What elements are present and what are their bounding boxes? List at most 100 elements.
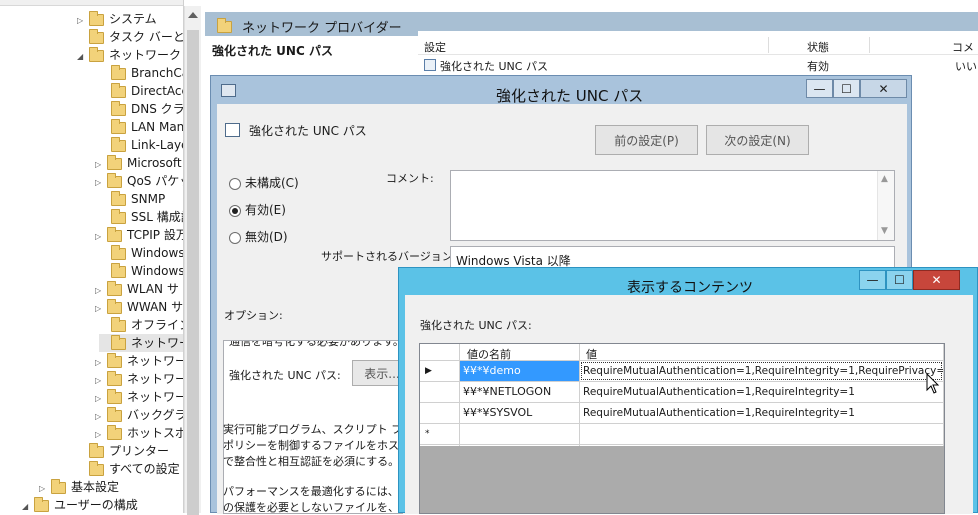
radio-unconfigured-label: 未構成(C) bbox=[245, 176, 299, 190]
folder-icon bbox=[89, 46, 104, 62]
grid-cell-value[interactable]: RequireMutualAuthentication=1,RequireInt… bbox=[580, 382, 943, 402]
list-col-divider bbox=[768, 37, 769, 53]
close-button[interactable]: ✕ bbox=[913, 270, 960, 290]
grid-cell-name[interactable]: ¥¥*¥NETLOGON bbox=[460, 382, 579, 402]
tree-item-label: バックグラウ bbox=[127, 408, 183, 422]
content-label: 強化された UNC パス: bbox=[420, 319, 532, 332]
close-button[interactable]: ✕ bbox=[860, 79, 907, 98]
folder-icon bbox=[107, 424, 122, 440]
tree-item-label: システム bbox=[109, 12, 157, 26]
grid-cell-value[interactable] bbox=[580, 424, 943, 444]
prev-setting-button[interactable]: 前の設定(P) bbox=[595, 125, 698, 155]
tree-item[interactable]: ▷ 基本設定 bbox=[39, 478, 119, 496]
maximize-button[interactable]: ☐ bbox=[833, 79, 860, 98]
next-setting-button[interactable]: 次の設定(N) bbox=[706, 125, 809, 155]
tree-item[interactable]: ▷ネットワーク bbox=[95, 388, 183, 406]
maximize-button[interactable]: ☐ bbox=[886, 270, 913, 290]
tree-item-label: BranchCa bbox=[131, 66, 184, 80]
tree-item[interactable]: ▷ WLAN サ bbox=[95, 280, 179, 298]
radio-circle[interactable] bbox=[229, 231, 241, 244]
tree-item[interactable]: SNMP bbox=[99, 190, 165, 208]
current-row-arrow-icon[interactable]: ▶ bbox=[422, 361, 458, 381]
tree-item[interactable]: ▷ システム bbox=[77, 10, 157, 28]
tree-item[interactable]: Windows bbox=[99, 262, 183, 280]
scroll-down-icon[interactable]: ▼ bbox=[881, 226, 888, 236]
toolbar-strip bbox=[0, 0, 183, 6]
tree-item[interactable]: ▷QoS パケッ bbox=[95, 172, 183, 190]
tree-item[interactable]: ▷ホットスポッ bbox=[95, 424, 183, 442]
tree-item[interactable]: ▷ネットワーク bbox=[95, 352, 183, 370]
grid-header-name[interactable]: 値の名前 bbox=[467, 346, 511, 362]
grid-cell-name[interactable] bbox=[460, 424, 579, 444]
show-button[interactable]: 表示... bbox=[352, 360, 402, 386]
tree-item[interactable]: BranchCa bbox=[99, 64, 184, 82]
scroll-up-icon[interactable]: ▲ bbox=[881, 174, 888, 184]
tree-item-label: プリンター bbox=[109, 444, 170, 458]
tree-item[interactable]: プリンター bbox=[77, 442, 169, 460]
folder-icon bbox=[107, 154, 122, 170]
folder-icon bbox=[34, 496, 49, 512]
tree-item[interactable]: DNS クライ bbox=[99, 100, 183, 118]
tree-item[interactable]: ◢ ユーザーの構成 bbox=[22, 496, 138, 513]
tree-item-label: TCPIP 設万 bbox=[127, 228, 184, 242]
list-col-setting[interactable]: 設定 bbox=[424, 39, 446, 55]
tree-item[interactable]: ▷バックグラウ bbox=[95, 406, 183, 424]
tree-item[interactable]: ▷ネットワーク bbox=[95, 370, 183, 388]
folder-icon bbox=[107, 370, 122, 386]
radio-circle-selected[interactable] bbox=[229, 204, 241, 217]
tree-item-label: 基本設定 bbox=[71, 480, 120, 494]
grid-cell-name[interactable]: ¥¥*¥SYSVOL bbox=[460, 403, 579, 423]
radio-circle[interactable] bbox=[229, 177, 241, 190]
grid-cell-value[interactable]: RequireMutualAuthentication=1,RequireInt… bbox=[580, 403, 943, 423]
minimize-button[interactable]: — bbox=[859, 270, 886, 290]
tree-item[interactable]: ▷ WWAN サ bbox=[95, 298, 183, 316]
tree-item[interactable]: ▷ TCPIP 設万 bbox=[95, 226, 184, 244]
tree-item[interactable]: ◢ ネットワーク bbox=[77, 46, 181, 64]
scroll-thumb[interactable] bbox=[187, 30, 199, 515]
tree-item[interactable]: SSL 構成設 bbox=[99, 208, 183, 226]
tree-item[interactable]: タスク バーと [ス bbox=[77, 28, 184, 46]
tree-item[interactable]: ▷ Microsoft bbox=[95, 154, 182, 172]
grid-col-line bbox=[459, 344, 460, 446]
folder-icon bbox=[89, 460, 104, 476]
policy-title: 強化された UNC パス bbox=[212, 44, 333, 58]
grid-cell-name[interactable]: ¥¥*¥demo bbox=[460, 361, 579, 381]
tree-item[interactable]: オフライン フ bbox=[99, 316, 183, 334]
list-header-line bbox=[418, 54, 978, 55]
radio-disabled[interactable]: 無効(D) bbox=[229, 228, 288, 245]
tree-item[interactable]: Link-Laye bbox=[99, 136, 184, 154]
tree-item[interactable]: LAN Mana bbox=[99, 118, 183, 136]
tree-item-label: Link-Laye bbox=[131, 138, 184, 152]
list-col-comment[interactable]: コメ bbox=[952, 39, 974, 55]
tree-item-label: ユーザーの構成 bbox=[54, 498, 138, 512]
tree-item-label: WLAN サ bbox=[127, 282, 179, 296]
tree-item[interactable]: Windows bbox=[99, 244, 183, 262]
help-text: 実行可能プログラム、スクリプト ファイ ポリシーを制御するファイルをホストす で… bbox=[223, 422, 403, 514]
scroll-up-arrow[interactable] bbox=[188, 12, 198, 18]
values-grid: 値の名前 値 ▶ ¥¥*¥demo RequireMutualAuthenticat… bbox=[419, 343, 945, 514]
radio-enabled[interactable]: 有効(E) bbox=[229, 201, 286, 218]
tree-scrollbar[interactable] bbox=[184, 6, 201, 515]
collapse-arrow-icon[interactable]: ◢ bbox=[22, 498, 31, 513]
minimize-button[interactable]: — bbox=[806, 79, 833, 98]
tree-item[interactable]: すべての設定 bbox=[77, 460, 180, 478]
tree-item-label: タスク バーと [ス bbox=[109, 30, 184, 44]
tree-item[interactable]: DirectAcc bbox=[99, 82, 183, 100]
folder-icon bbox=[111, 262, 126, 278]
comment-textarea[interactable]: ▲ ▼ bbox=[450, 170, 895, 241]
grid-row-line bbox=[420, 444, 944, 445]
content-dialog-title: 表示するコンテンツ bbox=[627, 280, 753, 296]
collapse-arrow-icon[interactable]: ◢ bbox=[77, 48, 86, 66]
tree-item-label: SSL 構成設 bbox=[131, 210, 183, 224]
grid-cell-value[interactable]: RequireMutualAuthentication=1,RequireInt… bbox=[580, 361, 943, 381]
radio-unconfigured[interactable]: 未構成(C) bbox=[229, 174, 299, 191]
help-line: ポリシーを制御するファイルをホストす bbox=[223, 439, 403, 452]
new-row-icon[interactable]: * bbox=[422, 424, 458, 444]
settings-list: 設定 状態 コメ 強化された UNC パス 有効 いい bbox=[418, 31, 978, 79]
grid-header-value[interactable]: 値 bbox=[586, 346, 597, 362]
tree-item[interactable]: ネットワーク bbox=[99, 334, 183, 352]
list-col-state[interactable]: 状態 bbox=[807, 39, 829, 55]
comment-scrollbar[interactable]: ▲ ▼ bbox=[877, 171, 894, 240]
list-row-setting[interactable]: 強化された UNC パス bbox=[440, 58, 548, 74]
grid-col-line bbox=[579, 344, 580, 446]
